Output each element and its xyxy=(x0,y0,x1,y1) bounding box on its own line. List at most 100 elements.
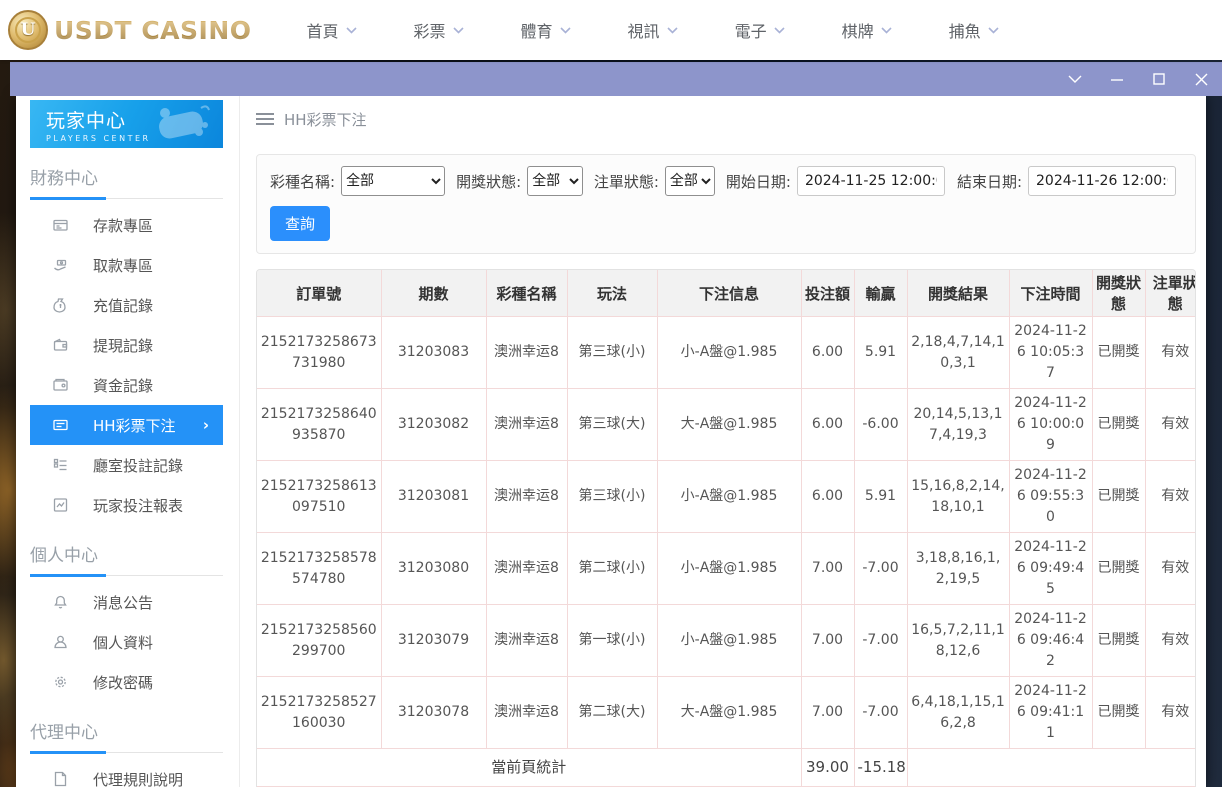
table-cell: 已開獎 xyxy=(1092,389,1145,461)
sidebar-item-withdraw[interactable]: 取款專區 xyxy=(30,245,223,285)
sidebar-item-lottery-bet[interactable]: HH彩票下注› xyxy=(30,405,223,445)
table-cell: -7.00 xyxy=(854,533,907,605)
table-cell: 第二球(大) xyxy=(567,677,657,749)
minimize-button[interactable] xyxy=(1106,68,1128,90)
page-title: HH彩票下注 xyxy=(284,109,367,130)
order-status-select[interactable]: 全部 xyxy=(665,166,715,196)
lottery-bet-icon xyxy=(52,417,69,433)
draw-status-select[interactable]: 全部 xyxy=(527,166,583,196)
table-cell: 2152173258527160030 xyxy=(257,677,381,749)
sidebar-item-funds-record[interactable]: 資金記錄 xyxy=(30,365,223,405)
table-cell: 7.00 xyxy=(801,677,854,749)
hamburger-icon[interactable] xyxy=(256,112,274,126)
table-cell: 澳洲幸运8 xyxy=(486,389,567,461)
site-logo[interactable]: U USDT CASINO xyxy=(8,10,252,50)
sidebar-item-room-bet-record[interactable]: 廳室投註記錄 xyxy=(30,445,223,485)
filter-panel: 彩種名稱: 全部 開獎狀態: 全部 注單狀態: 全部 開始日期: 結束日期: 查… xyxy=(256,154,1196,254)
sidebar-item-label: HH彩票下注 xyxy=(93,415,176,436)
draw-status-label: 開獎狀態: xyxy=(456,171,521,192)
table-cell: 已開獎 xyxy=(1092,461,1145,533)
table-row: 215217325852716003031203078澳洲幸运8第二球(大)大-… xyxy=(257,677,1196,749)
nav-item-1[interactable]: 首頁 xyxy=(307,18,357,42)
table-cell: 第二球(小) xyxy=(567,533,657,605)
sidebar-item-player-report[interactable]: 玩家投注報表 xyxy=(30,485,223,525)
start-date-label: 開始日期: xyxy=(726,171,791,192)
current-page-summary-row: 當前頁統計39.00-15.18 xyxy=(257,749,1196,787)
withdrawal-record-icon xyxy=(52,337,69,353)
table-cell: 2024-11-26 09:49:45 xyxy=(1009,533,1092,605)
room-bet-record-icon xyxy=(52,457,69,473)
table-cell: 2024-11-26 10:05:37 xyxy=(1009,317,1092,389)
maximize-button[interactable] xyxy=(1148,68,1170,90)
end-date-input[interactable] xyxy=(1028,166,1176,196)
sidebar-item-deposit[interactable]: 存款專區 xyxy=(30,205,223,245)
table-cell: 16,5,7,2,11,18,12,6 xyxy=(907,605,1009,677)
sidebar-item-label: 提現記錄 xyxy=(93,335,153,356)
sidebar-item-label: 取款專區 xyxy=(93,255,153,276)
nav-item-6[interactable]: 棋牌 xyxy=(842,18,892,42)
table-cell: 6.00 xyxy=(801,317,854,389)
table-cell: 31203079 xyxy=(381,605,486,677)
section-title-3: 代理中心 xyxy=(16,718,239,743)
nav-item-7[interactable]: 捕魚 xyxy=(949,18,999,42)
table-cell: 澳洲幸运8 xyxy=(486,461,567,533)
column-header-2: 期數 xyxy=(381,270,486,317)
column-header-10: 開獎狀態 xyxy=(1092,270,1145,317)
sidebar-item-label: 資金記錄 xyxy=(93,375,153,396)
main-content: HH彩票下注 彩種名稱: 全部 開獎狀態: 全部 注單狀態: 全部 開始日期: … xyxy=(240,96,1206,787)
table-cell: 澳洲幸运8 xyxy=(486,317,567,389)
table-cell: 7.00 xyxy=(801,533,854,605)
sidebar-item-withdrawal-record[interactable]: 提現記錄 xyxy=(30,325,223,365)
summary-bet-total: 39.00 xyxy=(801,749,854,787)
nav-item-2[interactable]: 彩票 xyxy=(414,18,464,42)
sidebar-item-recharge-record[interactable]: 充值記錄 xyxy=(30,285,223,325)
chevron-down-icon[interactable] xyxy=(1064,68,1086,90)
section-divider xyxy=(30,752,223,753)
column-header-11: 注單狀態 xyxy=(1145,270,1196,317)
nav-item-3[interactable]: 體育 xyxy=(521,18,571,42)
sidebar-item-agent-rules[interactable]: 代理規則說明 xyxy=(30,759,223,787)
table-cell: 31203083 xyxy=(381,317,486,389)
players-center-window: 玩家中心 PLAYERS CENTER 財務中心存款專區取款專區充值記錄提現記錄… xyxy=(16,96,1206,787)
sidebar-item-label: 消息公告 xyxy=(93,592,153,613)
profile-icon xyxy=(52,634,69,650)
table-cell: 澳洲幸运8 xyxy=(486,533,567,605)
table-cell: 6.00 xyxy=(801,389,854,461)
nav-item-label: 捕魚 xyxy=(949,18,981,42)
nav-item-label: 電子 xyxy=(735,18,767,42)
close-button[interactable] xyxy=(1190,68,1212,90)
table-cell: 有效 xyxy=(1145,533,1196,605)
table-cell: 小-A盤@1.985 xyxy=(657,461,801,533)
table-cell: 2024-11-26 09:55:30 xyxy=(1009,461,1092,533)
table-cell: 2024-11-26 10:00:09 xyxy=(1009,389,1092,461)
table-cell: 2152173258613097510 xyxy=(257,461,381,533)
table-cell: 2024-11-26 09:41:11 xyxy=(1009,677,1092,749)
sidebar-item-label: 廳室投註記錄 xyxy=(93,455,183,476)
start-date-input[interactable] xyxy=(797,166,945,196)
sidebar-item-announcement[interactable]: 消息公告 xyxy=(30,582,223,622)
announcement-icon xyxy=(52,594,69,610)
table-cell: 2152173258578574780 xyxy=(257,533,381,605)
table-cell: 澳洲幸运8 xyxy=(486,605,567,677)
table-cell: 有效 xyxy=(1145,605,1196,677)
coin-logo-icon: U xyxy=(8,10,48,50)
table-cell: 6,4,18,1,15,16,2,8 xyxy=(907,677,1009,749)
table-row: 215217325864093587031203082澳洲幸运8第三球(大)大-… xyxy=(257,389,1196,461)
summary-winloss-total: -15.18 xyxy=(854,749,907,787)
table-cell: -7.00 xyxy=(854,605,907,677)
bets-table-card: 訂單號期數彩種名稱玩法下注信息投注額輸贏開獎結果下注時間開獎狀態注單狀態2152… xyxy=(256,269,1196,787)
nav-item-label: 彩票 xyxy=(414,18,446,42)
sidebar-item-label: 玩家投注報表 xyxy=(93,495,183,516)
lottery-name-select[interactable]: 全部 xyxy=(341,166,445,196)
sidebar-item-profile[interactable]: 個人資料 xyxy=(30,622,223,662)
query-button[interactable]: 查詢 xyxy=(270,206,330,241)
table-cell: 2024-11-26 09:46:42 xyxy=(1009,605,1092,677)
chevron-down-icon xyxy=(988,27,999,34)
nav-item-4[interactable]: 視訊 xyxy=(628,18,678,42)
nav-item-5[interactable]: 電子 xyxy=(735,18,785,42)
column-header-5: 下注信息 xyxy=(657,270,801,317)
sidebar-item-change-password[interactable]: 修改密碼 xyxy=(30,662,223,702)
table-cell: 2152173258640935870 xyxy=(257,389,381,461)
order-status-label: 注單狀態: xyxy=(594,171,659,192)
table-cell: 有效 xyxy=(1145,461,1196,533)
